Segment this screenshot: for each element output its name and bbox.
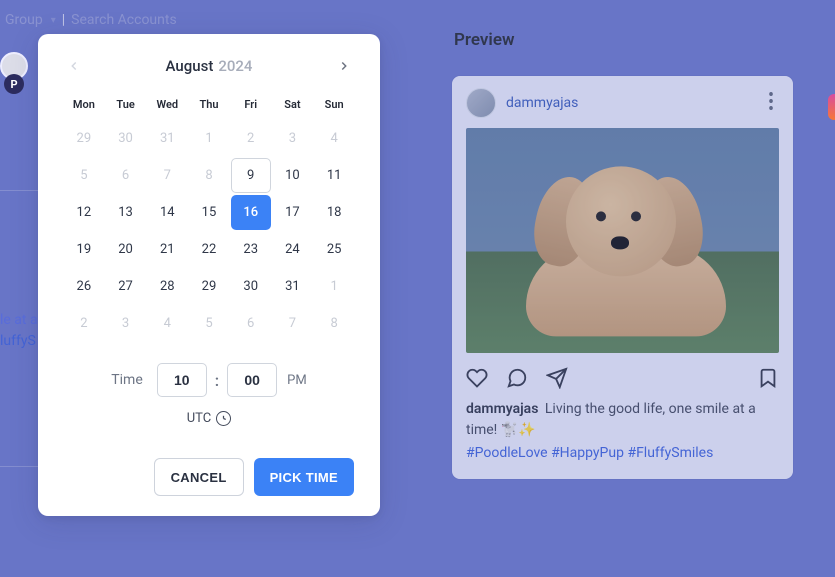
bg-text-scrap: le at a luffyS	[0, 310, 38, 352]
calendar-day[interactable]: 21	[147, 232, 187, 267]
calendar-day: 8	[189, 158, 229, 193]
calendar-day[interactable]: 28	[147, 269, 187, 304]
calendar-day: 8	[314, 306, 354, 341]
calendar-day: 1	[189, 121, 229, 156]
calendar-day: 29	[64, 121, 104, 156]
calendar-day: 31	[147, 121, 187, 156]
pinterest-icon: P	[4, 74, 24, 94]
weekday-header: Wed	[147, 92, 187, 119]
post-preview-card: dammyajas •••	[452, 76, 793, 479]
search-placeholder-bg: Search Accounts	[71, 12, 177, 28]
timezone-label: UTC	[187, 411, 211, 426]
calendar-day: 7	[147, 158, 187, 193]
caption-author[interactable]: dammyajas	[466, 401, 538, 417]
hour-input[interactable]	[157, 363, 207, 397]
calendar-day[interactable]: 13	[106, 195, 146, 230]
time-label: Time	[111, 372, 142, 388]
calendar-next-month[interactable]	[334, 56, 354, 76]
calendar-day[interactable]: 17	[273, 195, 313, 230]
instagram-icon	[828, 94, 835, 120]
comment-icon[interactable]	[506, 367, 528, 389]
calendar-day[interactable]: 14	[147, 195, 187, 230]
calendar-day: 7	[273, 306, 313, 341]
weekday-header: Thu	[189, 92, 229, 119]
clock-icon	[216, 411, 231, 426]
meridiem-label[interactable]: PM	[287, 373, 307, 388]
calendar-day[interactable]: 9	[231, 158, 271, 193]
kebab-menu-icon[interactable]: •••	[763, 91, 779, 115]
calendar-day[interactable]: 31	[273, 269, 313, 304]
calendar-prev-month[interactable]	[64, 56, 84, 76]
avatar	[466, 88, 496, 118]
weekday-header: Tue	[106, 92, 146, 119]
weekday-header: Sun	[314, 92, 354, 119]
cancel-button[interactable]: CANCEL	[154, 458, 244, 496]
pick-time-button[interactable]: PICK TIME	[254, 458, 354, 496]
divider: |	[62, 12, 65, 28]
calendar-day[interactable]: 10	[273, 158, 313, 193]
calendar-day: 30	[106, 121, 146, 156]
calendar-day[interactable]: 27	[106, 269, 146, 304]
post-image	[466, 128, 779, 353]
calendar-year-label: 2024	[218, 57, 252, 75]
calendar-day[interactable]: 20	[106, 232, 146, 267]
calendar-day: 5	[64, 158, 104, 193]
calendar-day[interactable]: 24	[273, 232, 313, 267]
calendar-day: 6	[106, 158, 146, 193]
calendar-day: 2	[231, 121, 271, 156]
calendar-month-label: August	[166, 57, 214, 75]
calendar-day[interactable]: 11	[314, 158, 354, 193]
bg-group-label: Group	[5, 12, 43, 28]
calendar-day: 6	[231, 306, 271, 341]
calendar-day[interactable]: 25	[314, 232, 354, 267]
preview-heading: Preview	[454, 30, 817, 50]
minute-input[interactable]	[227, 363, 277, 397]
calendar-day: 3	[106, 306, 146, 341]
weekday-header: Fri	[231, 92, 271, 119]
calendar-day[interactable]: 12	[64, 195, 104, 230]
chevron-down-icon: ▾	[51, 15, 56, 26]
calendar-day: 1	[314, 269, 354, 304]
calendar-day[interactable]: 26	[64, 269, 104, 304]
calendar-day[interactable]: 29	[189, 269, 229, 304]
calendar-day[interactable]: 19	[64, 232, 104, 267]
username-link[interactable]: dammyajas	[506, 95, 753, 111]
calendar-day: 5	[189, 306, 229, 341]
calendar-day[interactable]: 15	[189, 195, 229, 230]
post-caption: dammyajas Living the good life, one smil…	[466, 399, 779, 441]
calendar-day: 2	[64, 306, 104, 341]
time-colon: :	[215, 371, 219, 390]
calendar-day: 4	[147, 306, 187, 341]
date-time-picker-modal: August 2024 MonTueWedThuFriSatSun2930311…	[38, 34, 380, 516]
weekday-header: Mon	[64, 92, 104, 119]
hashtags[interactable]: #PoodleLove #HappyPup #FluffySmiles	[466, 445, 779, 461]
calendar-day[interactable]: 16	[231, 195, 271, 230]
heart-icon[interactable]	[466, 367, 488, 389]
calendar-day: 3	[273, 121, 313, 156]
calendar-day: 4	[314, 121, 354, 156]
calendar-day[interactable]: 22	[189, 232, 229, 267]
calendar-day[interactable]: 30	[231, 269, 271, 304]
weekday-header: Sat	[273, 92, 313, 119]
bookmark-icon[interactable]	[757, 367, 779, 389]
calendar-day[interactable]: 18	[314, 195, 354, 230]
send-icon[interactable]	[546, 367, 568, 389]
calendar-day[interactable]: 23	[231, 232, 271, 267]
